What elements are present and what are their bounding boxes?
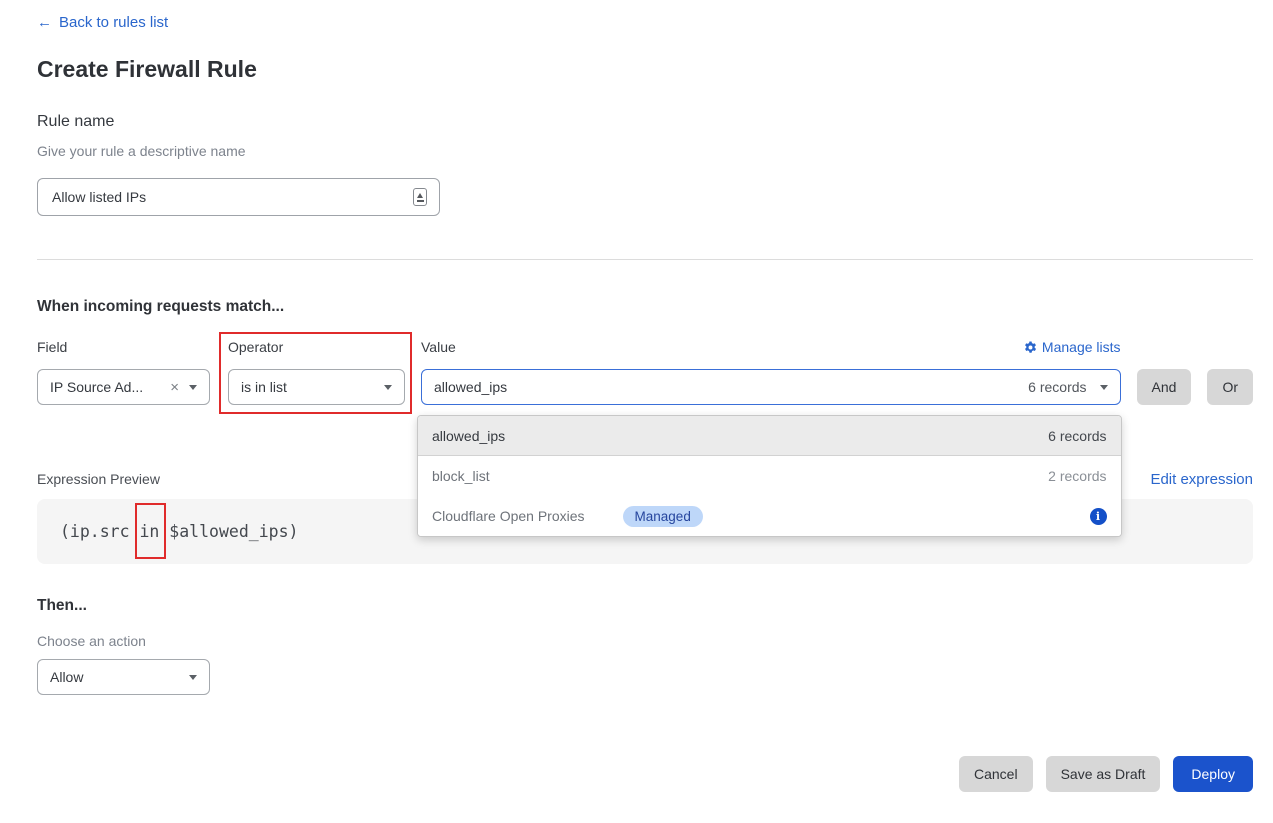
create-firewall-rule-page: ← Back to rules list Create Firewall Rul… [37,0,1253,792]
manage-lists-link[interactable]: Manage lists [1024,339,1121,355]
list-option-name: Cloudflare Open Proxies [432,508,585,524]
list-option-block-list[interactable]: block_list 2 records [418,456,1121,496]
manage-lists-label: Manage lists [1042,339,1121,355]
rule-name-helper: Give your rule a descriptive name [37,143,1253,159]
cancel-button[interactable]: Cancel [959,756,1033,792]
back-arrow-icon: ← [37,14,52,31]
value-selected-text: allowed_ips [434,379,507,395]
chevron-down-icon [384,385,392,390]
action-select[interactable]: Allow [37,659,210,695]
operator-select[interactable]: is in list [228,369,405,405]
operator-label: Operator [228,339,405,355]
expression-code: (ip.src in $allowed_ips) [60,522,298,541]
rule-name-label: Rule name [37,113,1253,131]
value-column: Value Manage lists allowed_ips 6 records… [421,339,1121,405]
autofill-icon [413,188,427,206]
chevron-down-icon [189,385,197,390]
rule-name-input[interactable] [50,188,413,206]
chevron-down-icon [189,675,197,680]
operator-selected-value: is in list [241,379,287,395]
field-column: Field IP Source Ad... × [37,339,210,405]
list-option-allowed-ips[interactable]: allowed_ips 6 records [418,416,1121,456]
and-button[interactable]: And [1137,369,1192,405]
gear-icon [1024,341,1037,354]
save-draft-button[interactable]: Save as Draft [1046,756,1161,792]
value-select[interactable]: allowed_ips 6 records [421,369,1121,405]
list-option-name: block_list [432,468,490,484]
field-label: Field [37,339,210,355]
section-divider [37,259,1253,260]
or-button[interactable]: Or [1207,369,1253,405]
action-selected-value: Allow [50,669,83,685]
field-selected-value: IP Source Ad... [50,379,143,395]
field-clear-icon[interactable]: × [170,380,179,395]
match-section-heading: When incoming requests match... [37,298,1253,316]
operator-column: Operator is in list [228,339,405,405]
page-title: Create Firewall Rule [37,56,1253,83]
then-section-heading: Then... [37,597,1253,615]
value-label: Value [421,339,456,355]
deploy-button[interactable]: Deploy [1173,756,1253,792]
edit-expression-link[interactable]: Edit expression [1150,471,1253,488]
rule-name-field[interactable] [37,178,440,216]
chevron-down-icon [1100,385,1108,390]
action-helper: Choose an action [37,633,1253,649]
match-builder-row: Field IP Source Ad... × Operator is in l… [37,339,1253,405]
lists-dropdown: allowed_ips 6 records block_list 2 recor… [417,415,1122,537]
value-records-count: 6 records [1028,379,1086,395]
back-to-rules-link[interactable]: ← Back to rules list [37,14,168,31]
list-option-cloudflare-open-proxies[interactable]: Cloudflare Open Proxies Managed i [418,496,1121,536]
info-icon[interactable]: i [1090,508,1107,525]
expression-preview-label: Expression Preview [37,471,160,487]
field-select[interactable]: IP Source Ad... × [37,369,210,405]
back-link-label: Back to rules list [59,14,168,31]
footer-actions: Cancel Save as Draft Deploy [37,756,1253,792]
list-option-records: 6 records [1048,428,1106,444]
connector-buttons: And Or [1137,369,1253,405]
managed-badge: Managed [623,506,703,527]
list-option-name: allowed_ips [432,428,505,444]
list-option-records: 2 records [1048,468,1106,484]
